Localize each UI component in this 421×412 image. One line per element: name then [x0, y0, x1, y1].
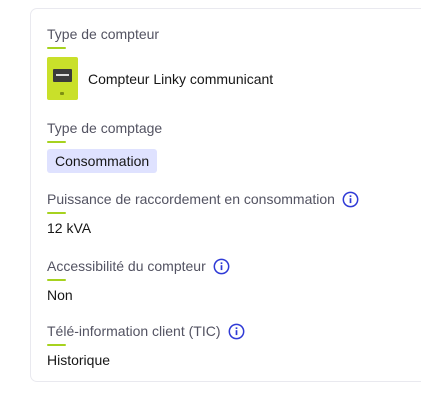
tic-label: Télé-information client (TIC): [47, 323, 221, 339]
info-icon[interactable]: [228, 323, 245, 340]
connection-power-label-row: Puissance de raccordement en consommatio…: [47, 190, 359, 208]
accent-underline: [47, 141, 66, 143]
connection-power-label: Puissance de raccordement en consommatio…: [47, 191, 335, 207]
accent-underline: [47, 279, 66, 281]
accent-underline: [47, 47, 66, 49]
accent-underline: [47, 344, 66, 346]
meter-info-card: Type de compteur Compteur Linky communic…: [30, 8, 421, 382]
metering-type-label: Type de comptage: [47, 120, 163, 136]
connection-power-value: 12 kVA: [47, 220, 92, 236]
accent-underline: [47, 212, 66, 214]
metering-type-section: Type de comptage Consommation: [47, 119, 162, 173]
linky-meter-icon: [47, 57, 78, 100]
meter-type-value: Compteur Linky communicant: [88, 70, 274, 87]
info-icon[interactable]: [213, 258, 230, 275]
metering-type-badge: Consommation: [47, 149, 158, 173]
meter-accessibility-value: Non: [47, 287, 73, 303]
meter-accessibility-label: Accessibilité du compteur: [47, 258, 206, 274]
tic-label-row: Télé-information client (TIC): [47, 322, 245, 340]
meter-type-section: Type de compteur Compteur Linky communic…: [47, 25, 273, 100]
connection-power-section: Puissance de raccordement en consommatio…: [47, 190, 359, 236]
meter-accessibility-section: Accessibilité du compteur Non: [47, 257, 230, 303]
meter-type-label: Type de compteur: [47, 26, 160, 42]
meter-accessibility-label-row: Accessibilité du compteur: [47, 257, 230, 275]
tic-section: Télé-information client (TIC) Historique: [47, 322, 245, 368]
tic-value: Historique: [47, 352, 111, 368]
info-icon[interactable]: [342, 191, 359, 208]
